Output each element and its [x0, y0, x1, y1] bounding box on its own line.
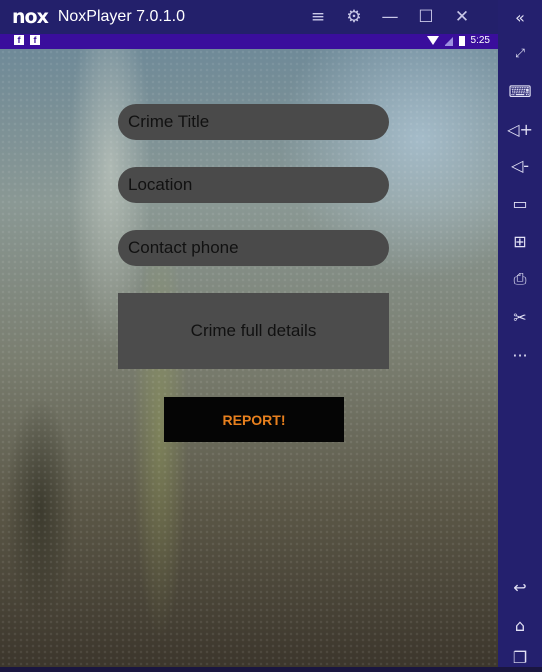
menu-icon[interactable]: ≡ — [300, 0, 336, 34]
close-icon[interactable]: ✕ — [444, 0, 480, 34]
wifi-icon — [426, 36, 439, 45]
scissors-icon[interactable]: ✂ — [498, 302, 542, 332]
volume-down-icon[interactable]: ◁- — [498, 150, 542, 180]
android-status-bar: f f 5:25 — [0, 34, 498, 49]
crime-title-input[interactable]: Crime Title — [118, 104, 389, 140]
emulator-toolbar: « ⤢ ⌨ ◁+ ◁- ▭ ⊞ ⎙ ✂ ··· ↩ ⌂ ❐ — [498, 0, 542, 667]
apk-install-icon[interactable]: ⊞ — [498, 226, 542, 256]
back-icon[interactable]: ↩ — [498, 572, 542, 602]
home-icon[interactable]: ⌂ — [498, 610, 542, 640]
crime-details-input[interactable]: Crime full details — [118, 293, 389, 369]
keyboard-icon[interactable]: ⌨ — [498, 76, 542, 106]
window-controls: ≡ ⚙ — ☐ ✕ — [300, 0, 480, 34]
collapse-icon[interactable]: « — [498, 2, 542, 32]
nox-logo: nox — [12, 6, 49, 28]
volume-up-icon[interactable]: ◁+ — [498, 114, 542, 144]
battery-icon — [458, 35, 465, 46]
app-screen: Crime Title Location Contact phone Crime… — [0, 49, 498, 667]
fullscreen-icon[interactable]: ⤢ — [498, 38, 542, 68]
more-icon[interactable]: ··· — [498, 340, 542, 370]
report-button[interactable]: REPORT! — [164, 397, 344, 442]
maximize-icon[interactable]: ☐ — [408, 0, 444, 34]
recent-apps-icon[interactable]: ❐ — [498, 642, 542, 672]
contact-phone-input[interactable]: Contact phone — [118, 230, 389, 266]
signal-icon — [444, 35, 453, 46]
status-time: 5:25 — [470, 35, 490, 46]
printer-icon[interactable]: ⎙ — [498, 264, 542, 294]
screen-icon[interactable]: ▭ — [498, 188, 542, 218]
location-input[interactable]: Location — [118, 167, 389, 203]
emulator-window: nox NoxPlayer 7.0.1.0 ≡ ⚙ — ☐ ✕ « ⤢ ⌨ ◁+… — [0, 0, 542, 667]
title-bar: nox NoxPlayer 7.0.1.0 ≡ ⚙ — ☐ ✕ — [0, 0, 542, 34]
facebook-icon: f — [30, 35, 40, 45]
gear-icon[interactable]: ⚙ — [336, 0, 372, 34]
minimize-icon[interactable]: — — [372, 0, 408, 34]
window-title: NoxPlayer 7.0.1.0 — [57, 8, 186, 25]
facebook-icon: f — [14, 35, 24, 45]
